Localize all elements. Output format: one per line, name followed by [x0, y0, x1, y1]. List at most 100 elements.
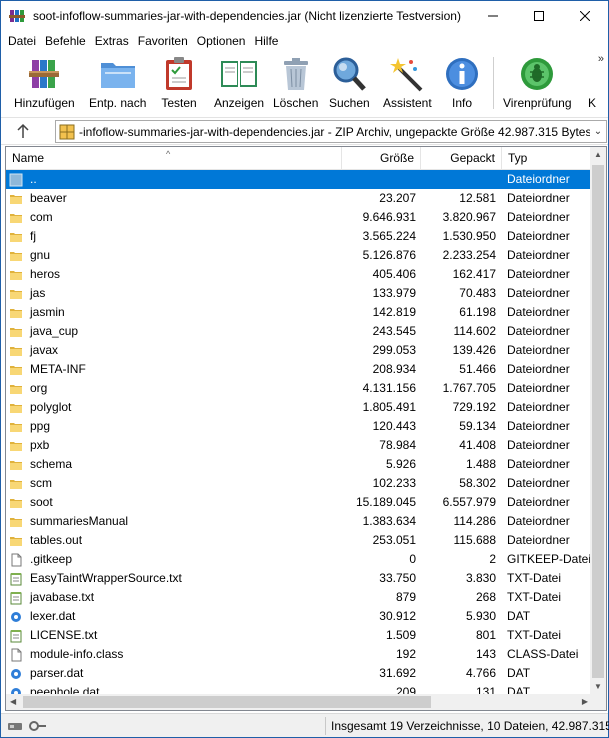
row-name: javax [30, 343, 59, 357]
menu-favoriten[interactable]: Favoriten [135, 34, 191, 48]
table-row[interactable]: soot 15.189.045 6.557.979 Dateiordner [6, 493, 592, 512]
table-row[interactable]: summariesManual 1.383.634 114.286 Dateiordn… [6, 512, 592, 531]
row-size: 23.207 [379, 191, 416, 205]
up-arrow-icon[interactable] [14, 122, 32, 140]
toolbar: Hinzufügen Entp. nach Testen Anzeigen Lö… [1, 51, 608, 115]
table-row[interactable]: LICENSE.txt 1.509 801 TXT-Datei [6, 626, 592, 645]
virus-scan-button[interactable]: Virenprüfung [503, 55, 572, 113]
row-name: pxb [30, 438, 50, 452]
table-row[interactable]: javax 299.053 139.426 Dateiordner [6, 341, 592, 360]
row-name: lexer.dat [30, 609, 76, 623]
table-row[interactable]: heros 405.406 162.417 Dateiordner [6, 265, 592, 284]
table-row[interactable]: .. Dateiordner [6, 170, 592, 189]
scroll-left-icon[interactable]: ◀ [10, 697, 16, 706]
table-row[interactable]: scm 102.233 58.302 Dateiordner [6, 474, 592, 493]
vertical-scroll-thumb[interactable] [592, 165, 604, 678]
menu-befehle[interactable]: Befehle [42, 34, 89, 48]
table-row[interactable]: schema 5.926 1.488 Dateiordner [6, 455, 592, 474]
menu-bar: Datei Befehle Extras Favoriten Optionen … [1, 31, 608, 51]
table-row[interactable]: pxb 78.984 41.408 Dateiordner [6, 436, 592, 455]
wizard-button[interactable]: Assistent [383, 55, 432, 113]
menu-datei[interactable]: Datei [5, 34, 39, 48]
table-row[interactable]: jasmin 142.819 61.198 Dateiordner [6, 303, 592, 322]
extract-to-button[interactable]: Entp. nach [89, 55, 146, 113]
row-name-cell: fj [9, 227, 341, 246]
table-row[interactable]: EasyTaintWrapperSource.txt 33.750 3.830 TXT… [6, 569, 592, 588]
horizontal-scrollbar[interactable]: ◀ ▶ [6, 694, 592, 710]
row-name: java_cup [30, 324, 79, 338]
toolbar-overflow-icon[interactable]: » [598, 53, 604, 65]
table-row[interactable]: .gitkeep 0 2 GITKEEP-Datei [6, 550, 592, 569]
row-size: 142.819 [372, 305, 416, 319]
row-name: LICENSE.txt [30, 628, 98, 642]
folder-icon [10, 308, 22, 318]
view-button[interactable]: Anzeigen [214, 55, 264, 113]
row-packed: 1.488 [465, 457, 496, 471]
table-row[interactable]: tables.out 253.051 115.688 Dateiordner [6, 531, 592, 550]
table-row[interactable]: module-info.class 192 143 CLASS-Datei [6, 645, 592, 664]
row-name-cell: scm [9, 474, 341, 493]
sort-ascending-icon: ^ [166, 149, 171, 159]
table-row[interactable]: parser.dat 31.692 4.766 DAT [6, 664, 592, 683]
row-packed: 3.830 [465, 571, 496, 585]
table-row[interactable]: polyglot 1.805.491 729.192 Dateiordner [6, 398, 592, 417]
menu-extras[interactable]: Extras [92, 34, 132, 48]
table-row[interactable]: gnu 5.126.876 2.233.254 Dateiordner [6, 246, 592, 265]
dat-file-icon [11, 668, 21, 679]
row-name: gnu [30, 248, 51, 262]
row-type: Dateiordner [507, 210, 570, 224]
chevron-down-icon[interactable]: ⌄ [590, 126, 606, 137]
trash-can-icon [283, 58, 308, 90]
info-button[interactable]: Info [442, 55, 482, 113]
folder-icon [10, 289, 22, 299]
row-type: DAT [507, 666, 531, 680]
row-type: Dateiordner [507, 305, 570, 319]
row-size: 1.805.491 [362, 400, 416, 414]
row-packed: 1.530.950 [442, 229, 496, 243]
row-name: soot [30, 495, 53, 509]
scroll-right-icon[interactable]: ▶ [582, 697, 588, 706]
delete-button[interactable]: Löschen [273, 55, 318, 113]
file-list: Name ^ Größe Gepackt Typ .. Dateiordner be… [5, 146, 607, 711]
table-row[interactable]: ppg 120.443 59.134 Dateiordner [6, 417, 592, 436]
menu-optionen[interactable]: Optionen [194, 34, 249, 48]
row-name-cell: META-INF [9, 360, 341, 379]
table-row[interactable]: beaver 23.207 12.581 Dateiordner [6, 189, 592, 208]
row-name-cell: EasyTaintWrapperSource.txt [9, 569, 341, 588]
scroll-down-icon[interactable]: ▼ [594, 682, 602, 691]
column-size[interactable]: Größe [342, 147, 421, 170]
address-field[interactable]: -infoflow-summaries-jar-with-dependencie… [55, 120, 607, 143]
row-type: TXT-Datei [507, 571, 562, 585]
minimize-button[interactable] [470, 1, 516, 31]
title-bar[interactable]: soot-infoflow-summaries-jar-with-depende… [1, 1, 608, 31]
table-row[interactable]: META-INF 208.934 51.466 Dateiordner [6, 360, 592, 379]
row-type: Dateiordner [507, 343, 570, 357]
table-row[interactable]: com 9.646.931 3.820.967 Dateiordner [6, 208, 592, 227]
table-row[interactable]: jas 133.979 70.483 Dateiordner [6, 284, 592, 303]
column-type[interactable]: Typ [502, 147, 592, 170]
notepad-icon [10, 629, 22, 642]
table-row[interactable]: lexer.dat 30.912 5.930 DAT [6, 607, 592, 626]
test-button[interactable]: Testen [159, 55, 199, 113]
row-name-cell: jas [9, 284, 341, 303]
maximize-button[interactable] [516, 1, 562, 31]
column-name[interactable]: Name ^ [6, 147, 342, 170]
row-name-cell: org [9, 379, 341, 398]
folder-icon [10, 194, 22, 204]
table-row[interactable]: fj 3.565.224 1.530.950 Dateiordner [6, 227, 592, 246]
search-button[interactable]: Suchen [329, 55, 370, 113]
add-button[interactable]: Hinzufügen [14, 55, 75, 113]
close-button[interactable] [562, 1, 608, 31]
table-row[interactable]: javabase.txt 879 268 TXT-Datei [6, 588, 592, 607]
row-type: Dateiordner [507, 324, 570, 338]
menu-hilfe[interactable]: Hilfe [251, 34, 281, 48]
row-name-cell: parser.dat [9, 664, 341, 683]
table-row[interactable]: org 4.131.156 1.767.705 Dateiordner [6, 379, 592, 398]
table-row[interactable]: java_cup 243.545 114.602 Dateiordner [6, 322, 592, 341]
row-size: 253.051 [372, 533, 416, 547]
scroll-up-icon[interactable]: ▲ [594, 150, 602, 159]
row-packed: 115.688 [453, 533, 497, 547]
vertical-scrollbar[interactable]: ▲ ▼ [590, 147, 606, 694]
horizontal-scroll-thumb[interactable] [23, 696, 431, 708]
column-packed[interactable]: Gepackt [421, 147, 502, 170]
